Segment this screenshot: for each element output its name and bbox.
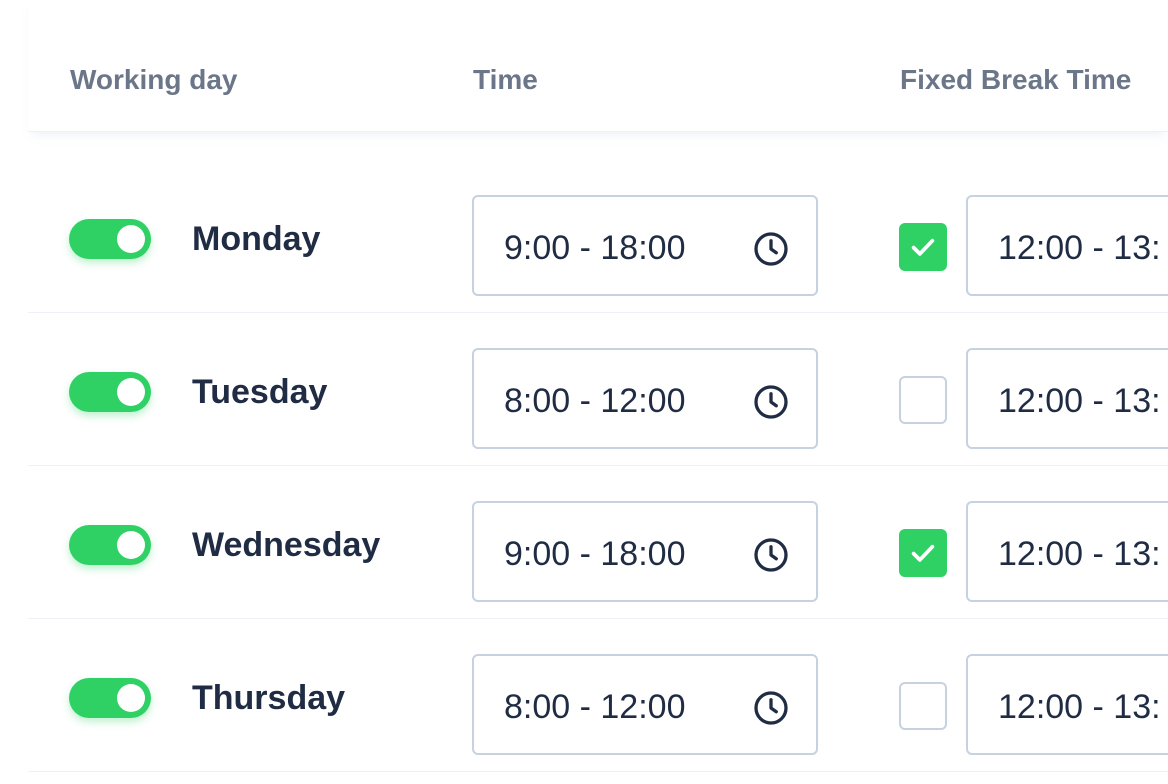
time-range-value: 9:00 - 18:00 bbox=[504, 535, 686, 573]
fixed-break-checkbox[interactable] bbox=[899, 223, 947, 271]
break-time-field[interactable]: 12:00 - 13: bbox=[966, 195, 1168, 296]
time-range-field[interactable]: 8:00 - 12:00 bbox=[472, 348, 818, 449]
toggle-knob bbox=[117, 378, 145, 406]
toggle-knob bbox=[117, 684, 145, 712]
break-time-field[interactable]: 12:00 - 13: bbox=[966, 501, 1168, 602]
day-label: Thursday bbox=[192, 679, 346, 717]
break-time-field[interactable]: 12:00 - 13: bbox=[966, 348, 1168, 449]
working-day-toggle-thursday[interactable] bbox=[69, 678, 151, 718]
clock-icon bbox=[754, 385, 788, 419]
day-label: Wednesday bbox=[192, 526, 381, 564]
clock-icon bbox=[754, 691, 788, 725]
time-range-field[interactable]: 8:00 - 12:00 bbox=[472, 654, 818, 755]
break-time-field[interactable]: 12:00 - 13: bbox=[966, 654, 1168, 755]
time-range-field[interactable]: 9:00 - 18:00 bbox=[472, 501, 818, 602]
fixed-break-checkbox[interactable] bbox=[899, 682, 947, 730]
break-time-value: 12:00 - 13: bbox=[998, 229, 1161, 267]
column-header-fixed-break-time: Fixed Break Time bbox=[900, 64, 1132, 95]
table-row: Tuesday 8:00 - 12:00 12:00 - 13: bbox=[28, 313, 1168, 466]
working-hours-table: Working day Time Fixed Break Time Monday… bbox=[0, 0, 1168, 784]
break-time-value: 12:00 - 13: bbox=[998, 688, 1161, 726]
break-time-value: 12:00 - 13: bbox=[998, 535, 1161, 573]
working-day-toggle-wednesday[interactable] bbox=[69, 525, 151, 565]
day-label: Monday bbox=[192, 220, 321, 258]
time-range-value: 8:00 - 12:00 bbox=[504, 382, 686, 420]
clock-icon bbox=[754, 232, 788, 266]
working-day-toggle-monday[interactable] bbox=[69, 219, 151, 259]
toggle-knob bbox=[117, 225, 145, 253]
break-time-value: 12:00 - 13: bbox=[998, 382, 1161, 420]
table-row: Thursday 8:00 - 12:00 12:00 - 13: bbox=[28, 619, 1168, 772]
working-day-toggle-tuesday[interactable] bbox=[69, 372, 151, 412]
time-range-field[interactable]: 9:00 - 18:00 bbox=[472, 195, 818, 296]
table-header: Working day Time Fixed Break Time bbox=[28, 0, 1168, 132]
toggle-knob bbox=[117, 531, 145, 559]
table-row: Monday 9:00 - 18:00 12:00 - 13: bbox=[28, 160, 1168, 313]
column-header-time: Time bbox=[473, 64, 538, 95]
day-label: Tuesday bbox=[192, 373, 328, 411]
clock-icon bbox=[754, 538, 788, 572]
fixed-break-checkbox[interactable] bbox=[899, 376, 947, 424]
checkmark-icon bbox=[911, 238, 935, 256]
checkmark-icon bbox=[911, 544, 935, 562]
time-range-value: 8:00 - 12:00 bbox=[504, 688, 686, 726]
table-row: Wednesday 9:00 - 18:00 12:00 - 13: bbox=[28, 466, 1168, 619]
fixed-break-checkbox[interactable] bbox=[899, 529, 947, 577]
column-header-working-day: Working day bbox=[70, 64, 238, 95]
time-range-value: 9:00 - 18:00 bbox=[504, 229, 686, 267]
